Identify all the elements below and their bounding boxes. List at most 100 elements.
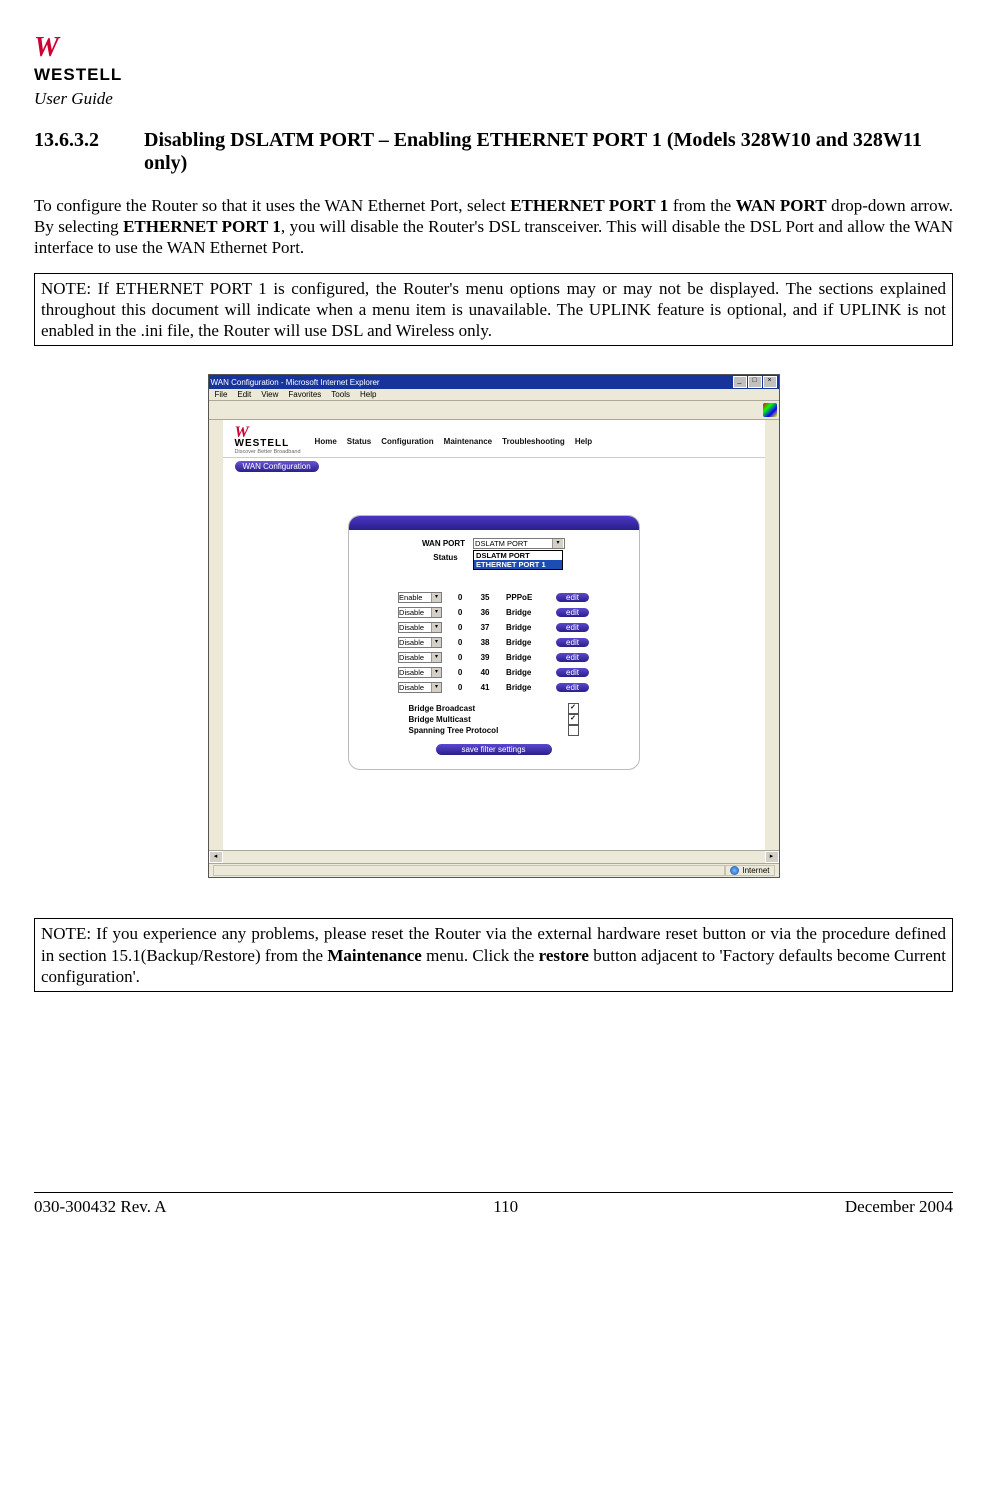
wan-port-value: DSLATM PORT — [475, 539, 528, 548]
chevron-down-icon[interactable]: ▾ — [431, 623, 441, 632]
maximize-icon[interactable]: □ — [748, 376, 762, 388]
window-title: WAN Configuration - Microsoft Internet E… — [211, 378, 380, 387]
col-vpi: 0 — [456, 638, 464, 647]
edit-button[interactable]: edit — [556, 638, 589, 647]
menu-edit[interactable]: Edit — [237, 390, 251, 399]
col-vci: 41 — [478, 683, 492, 692]
panel-header-bar — [349, 516, 639, 530]
edit-button[interactable]: edit — [556, 608, 589, 617]
section-title: Disabling DSLATM PORT – Enabling ETHERNE… — [144, 129, 953, 175]
save-filter-button[interactable]: save filter settings — [436, 744, 552, 755]
col-vpi: 0 — [456, 653, 464, 662]
chevron-down-icon[interactable]: ▾ — [431, 638, 441, 647]
col-protocol: Bridge — [506, 683, 542, 692]
sub-nav: WAN Configuration — [223, 458, 765, 475]
state-select[interactable]: Disable▾ — [398, 682, 442, 693]
section-heading: 13.6.3.2 Disabling DSLATM PORT – Enablin… — [34, 129, 953, 175]
menu-help[interactable]: Help — [360, 390, 376, 399]
state-select[interactable]: Disable▾ — [398, 667, 442, 678]
close-icon[interactable]: × — [763, 376, 777, 388]
checkbox[interactable]: ✓ — [568, 714, 579, 725]
chevron-down-icon[interactable]: ▾ — [431, 593, 441, 602]
checkbox-row: Spanning Tree Protocol — [409, 725, 579, 736]
nav-home[interactable]: Home — [315, 437, 337, 446]
edit-button[interactable]: edit — [556, 683, 589, 692]
note-box-1: NOTE: If ETHERNET PORT 1 is configured, … — [34, 273, 953, 347]
edit-button[interactable]: edit — [556, 668, 589, 677]
logo-text: WESTELL — [34, 65, 122, 85]
status-zone-text: Internet — [742, 866, 769, 875]
chevron-down-icon[interactable]: ▾ — [431, 653, 441, 662]
nav-maintenance[interactable]: Maintenance — [444, 437, 492, 446]
status-label: Status — [433, 553, 457, 562]
checkbox[interactable]: ✓ — [568, 703, 579, 714]
col-vci: 38 — [478, 638, 492, 647]
app-logo: W WESTELL Discover Better Broadband — [235, 428, 301, 455]
checkbox-row: Bridge Multicast ✓ — [409, 714, 579, 725]
nav-help[interactable]: Help — [575, 437, 592, 446]
edit-button[interactable]: edit — [556, 593, 589, 602]
menu-view[interactable]: View — [261, 390, 278, 399]
col-vci: 39 — [478, 653, 492, 662]
app-header: W WESTELL Discover Better Broadband Home… — [223, 420, 765, 458]
col-protocol: Bridge — [506, 623, 542, 632]
minimize-icon[interactable]: _ — [733, 376, 747, 388]
browser-statusbar: Internet — [209, 863, 779, 877]
window-titlebar: WAN Configuration - Microsoft Internet E… — [209, 375, 779, 389]
main-nav: Home Status Configuration Maintenance Tr… — [315, 437, 593, 446]
edit-button[interactable]: edit — [556, 653, 589, 662]
nav-status[interactable]: Status — [347, 437, 371, 446]
wan-port-dropdown: DSLATM PORT ETHERNET PORT 1 — [473, 550, 563, 570]
globe-icon — [730, 866, 739, 875]
status-left — [213, 865, 726, 876]
checkbox[interactable] — [568, 725, 579, 736]
scroll-right-icon[interactable]: ▸ — [765, 851, 779, 863]
nav-troubleshooting[interactable]: Troubleshooting — [502, 437, 565, 446]
option-ethernet1[interactable]: ETHERNET PORT 1 — [474, 560, 562, 569]
menu-favorites[interactable]: Favorites — [288, 390, 321, 399]
checkbox-row: Bridge Broadcast✓ — [409, 703, 579, 714]
note-box-2: NOTE: If you experience any problems, pl… — [34, 918, 953, 992]
state-select[interactable]: Disable▾ — [398, 607, 442, 618]
status-zone: Internet — [725, 865, 774, 876]
vc-table: Enable▾ 0 35 PPPoE edit Disable▾ 0 36 Bridge edit… — [369, 592, 619, 693]
table-row: Disable▾036Bridgeedit — [369, 607, 619, 618]
checkbox-label: Bridge Multicast — [409, 715, 471, 724]
col-vpi: 0 — [456, 683, 464, 692]
scroll-left-icon[interactable]: ◂ — [209, 851, 223, 863]
col-protocol: Bridge — [506, 653, 542, 662]
browser-window: WAN Configuration - Microsoft Internet E… — [208, 374, 780, 878]
col-vci: 36 — [478, 608, 492, 617]
nav-configuration[interactable]: Configuration — [381, 437, 433, 446]
col-protocol: PPPoE — [506, 593, 542, 602]
col-vpi: 0 — [456, 623, 464, 632]
menu-file[interactable]: File — [215, 390, 228, 399]
footer-right: December 2004 — [845, 1197, 953, 1217]
table-row: Disable▾ 0 41 Bridge edit — [369, 682, 619, 693]
chevron-down-icon[interactable]: ▾ — [431, 608, 441, 617]
msn-flag-icon[interactable] — [763, 403, 777, 417]
h-scrollbar[interactable]: ◂ ▸ — [209, 850, 779, 863]
col-vpi: 0 — [456, 608, 464, 617]
westell-logo: W WESTELL — [34, 40, 122, 85]
col-vci: 37 — [478, 623, 492, 632]
scroll-up-icon[interactable]: ▴ — [765, 422, 778, 431]
state-select[interactable]: Disable▾ — [398, 637, 442, 648]
subnav-wan-config[interactable]: WAN Configuration — [235, 461, 319, 472]
footer-page: 110 — [493, 1197, 518, 1217]
menu-bar: File Edit View Favorites Tools Help — [209, 389, 779, 401]
state-select[interactable]: Enable▾ — [398, 592, 442, 603]
state-select[interactable]: Disable▾ — [398, 652, 442, 663]
toolbar-row — [209, 401, 779, 420]
state-select[interactable]: Disable▾ — [398, 622, 442, 633]
chevron-down-icon[interactable]: ▾ — [552, 539, 563, 548]
col-vci: 35 — [478, 593, 492, 602]
wan-port-select[interactable]: DSLATM PORT ▾ — [473, 538, 565, 549]
chevron-down-icon[interactable]: ▾ — [431, 668, 441, 677]
doc-subtitle: User Guide — [34, 89, 113, 109]
menu-tools[interactable]: Tools — [331, 390, 350, 399]
chevron-down-icon[interactable]: ▾ — [431, 683, 441, 692]
edit-button[interactable]: edit — [556, 623, 589, 632]
option-dslatm[interactable]: DSLATM PORT — [474, 551, 562, 560]
app-logo-tagline: Discover Better Broadband — [235, 449, 301, 455]
